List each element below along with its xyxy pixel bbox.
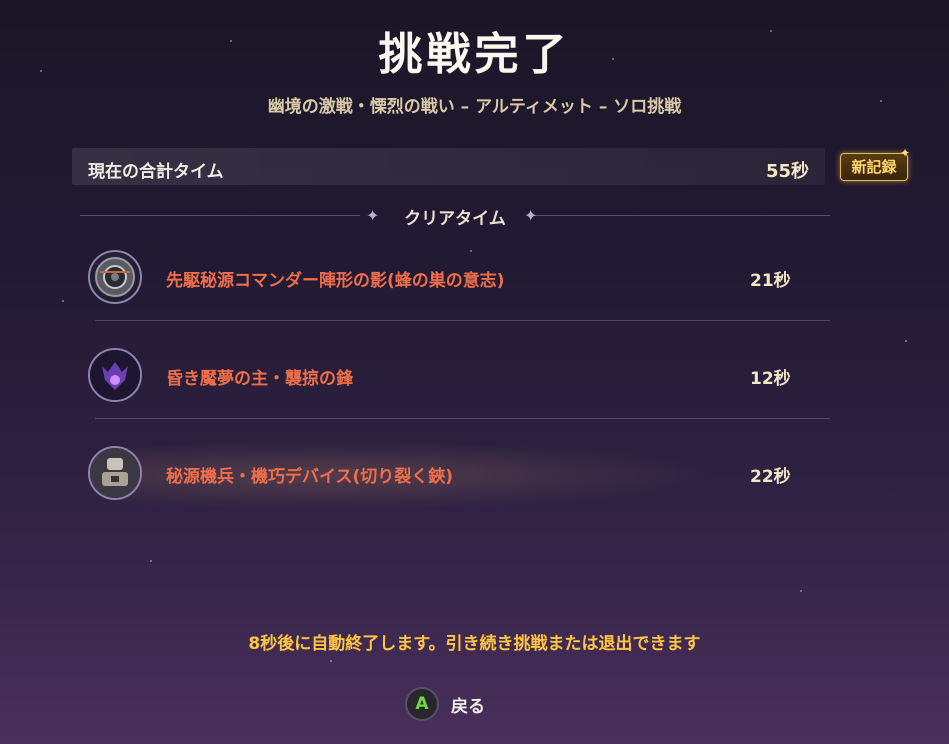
boss-row: 先駆秘源コマンダー陣形の影(蜂の巣の意志) 21秒 — [88, 250, 830, 308]
boss-clear-time: 22秒 — [750, 467, 791, 487]
boss-name: 先駆秘源コマンダー陣形の影(蜂の巣の意志) — [166, 271, 505, 291]
total-time-label: 現在の合計タイム — [88, 162, 224, 182]
auto-exit-message: 8秒後に自動終了します。引き続き挑戦または退出できます — [248, 634, 701, 654]
boss-name: 昏き魘夢の主・襲掠の鋒 — [166, 369, 353, 389]
challenge-subtitle: 幽境の激戦・慄烈の戦い – アルティメット – ソロ挑戦 — [267, 97, 682, 117]
boss-row: 昏き魘夢の主・襲掠の鋒 12秒 — [88, 348, 830, 406]
row-divider — [95, 418, 830, 419]
a-button-icon: A — [405, 687, 439, 721]
construct-boss-icon — [88, 446, 142, 500]
boss-row: 秘源機兵・機巧デバイス(切り裂く鋏) 22秒 — [88, 446, 830, 504]
total-time-bar: 現在の合計タイム 55秒 — [72, 148, 825, 185]
total-time-value: 55秒 — [765, 161, 809, 182]
boss-name: 秘源機兵・機巧デバイス(切り裂く鋏) — [166, 467, 454, 487]
commander-boss-icon — [88, 250, 142, 304]
page-title: 挑戦完了 — [378, 29, 571, 80]
new-record-badge: 新記録 — [840, 153, 908, 181]
back-label: 戻る — [451, 696, 485, 717]
section-divider: ✦ クリアタイム ✦ — [80, 204, 830, 229]
sparkle-icon: ✦ — [900, 146, 911, 160]
row-divider — [95, 320, 830, 321]
nightmare-boss-icon — [88, 348, 142, 402]
clear-time-heading: クリアタイム — [404, 209, 506, 229]
diamond-ornament-icon: ✦ — [366, 206, 380, 225]
back-button[interactable]: A 戻る — [405, 686, 485, 722]
boss-clear-time: 21秒 — [750, 271, 791, 291]
boss-clear-time: 12秒 — [750, 369, 791, 389]
